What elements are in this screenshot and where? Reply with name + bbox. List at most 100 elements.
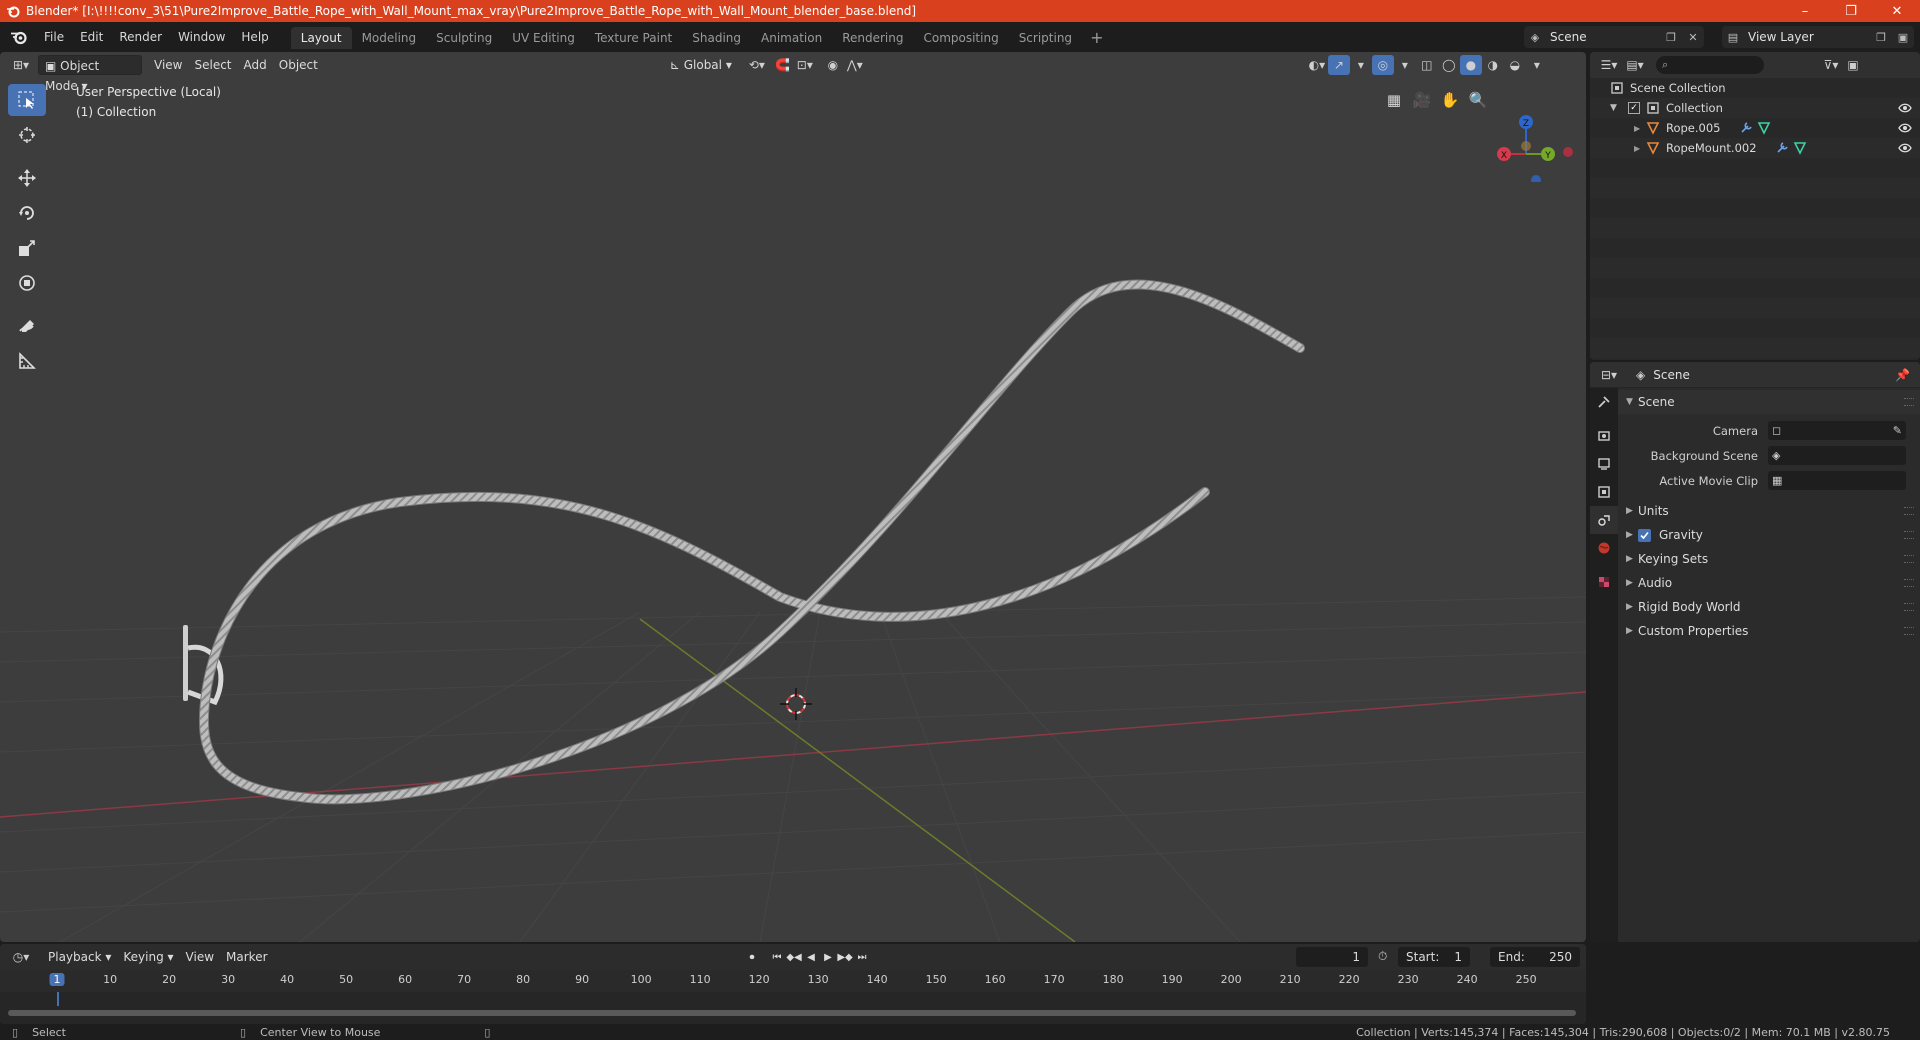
audio-panel-header[interactable]: ▶ Audio [1618, 571, 1920, 595]
panel-grip-icon[interactable] [1904, 579, 1914, 587]
current-frame-field[interactable]: 1 [1296, 947, 1368, 967]
start-frame-field[interactable]: Start: 1 [1398, 947, 1470, 967]
rope-object[interactable] [198, 279, 1305, 805]
eye-icon[interactable] [1898, 101, 1912, 115]
timeline-scrollbar[interactable] [8, 1010, 1576, 1016]
object-mode-dropdown[interactable]: ▣ Object Mode ▾ [38, 55, 142, 93]
collection-checkbox[interactable]: ✓ [1628, 102, 1640, 114]
outliner-row-scene-collection[interactable]: Scene Collection [1590, 78, 1920, 98]
active-movie-clip-field[interactable]: ▦ [1768, 471, 1906, 490]
record-icon[interactable]: ⏺ [744, 947, 761, 967]
3d-cursor[interactable] [780, 688, 812, 720]
panel-grip-icon[interactable] [1904, 603, 1914, 611]
tab-output-icon[interactable] [1590, 450, 1618, 478]
annotate-tool[interactable] [8, 310, 46, 342]
tab-world-icon[interactable] [1590, 534, 1618, 562]
background-scene-field[interactable]: ◈ [1768, 446, 1906, 465]
scale-tool[interactable] [8, 232, 46, 264]
prev-keyframe-icon[interactable]: ◆◀ [786, 947, 803, 967]
menu-file[interactable]: File [36, 26, 72, 48]
timeline-menu-marker[interactable]: Marker [220, 947, 273, 967]
eye-icon[interactable] [1898, 141, 1912, 155]
gravity-checkbox[interactable] [1638, 528, 1651, 542]
scene-panel-header[interactable]: ▼ Scene [1618, 390, 1920, 414]
expand-collection-icon[interactable]: ▼ [1610, 103, 1622, 113]
camera-field[interactable]: ◻ ✎ [1768, 421, 1906, 440]
jump-start-icon[interactable]: ⏮ [769, 947, 786, 967]
tab-modeling[interactable]: Modeling [352, 27, 427, 49]
tab-scripting[interactable]: Scripting [1009, 27, 1082, 49]
measure-tool[interactable] [8, 345, 46, 377]
mesh-data-icon[interactable] [1793, 141, 1807, 155]
move-tool[interactable] [8, 162, 46, 194]
timeline-ruler[interactable]: 1 10 20 30 40 50 60 70 80 90 100 110 120 130 140 150 160… [0, 970, 1586, 992]
expand-rope-icon[interactable]: ▶ [1634, 124, 1646, 133]
pin-icon[interactable]: 📌 [1895, 368, 1910, 382]
next-keyframe-icon[interactable]: ▶◆ [837, 947, 854, 967]
snap-icon[interactable]: 🧲 [772, 55, 794, 75]
outliner-row-rope-mount[interactable]: ▶ RopeMount.002 [1590, 138, 1920, 158]
camera-view-icon[interactable]: 🎥 [1408, 86, 1436, 114]
material-shading-icon[interactable]: ◑ [1482, 55, 1504, 75]
viewport-menu-object[interactable]: Object [273, 55, 324, 75]
tab-view-layer-icon[interactable] [1590, 478, 1618, 506]
tab-scene-icon[interactable] [1590, 506, 1618, 534]
transform-tool[interactable] [8, 267, 46, 299]
3d-viewport[interactable]: ⊞▾ ▣ Object Mode ▾ View Select Add Objec… [0, 52, 1586, 942]
new-scene-icon[interactable]: ❐ [1660, 26, 1682, 48]
outliner-editor-type-icon[interactable]: ☰▾ [1598, 55, 1620, 75]
gizmo-toggle-icon[interactable]: ↗ [1327, 55, 1350, 75]
outliner-row-rope[interactable]: ▶ Rope.005 [1590, 118, 1920, 138]
overlays-dropdown-icon[interactable]: ▾ [1394, 55, 1416, 75]
panel-grip-icon[interactable] [1904, 555, 1914, 563]
play-icon[interactable]: ▶ [820, 947, 837, 967]
rendered-shading-icon[interactable]: ◒ [1504, 55, 1526, 75]
auto-keying-timer-icon[interactable]: ⏱ [1378, 949, 1387, 964]
scene-selector[interactable]: ◈ Scene ❐ ✕ [1524, 26, 1704, 48]
solid-shading-icon[interactable]: ● [1459, 55, 1482, 75]
visibility-icon[interactable]: ◐▾ [1306, 55, 1328, 75]
units-panel-header[interactable]: ▶ Units [1618, 499, 1920, 523]
viewport-menu-add[interactable]: Add [238, 55, 273, 75]
timeline-track-area[interactable] [0, 992, 1586, 1024]
panel-grip-icon[interactable] [1904, 627, 1914, 635]
tab-tool-icon[interactable] [1590, 388, 1618, 416]
timeline-menu-view[interactable]: View [180, 947, 220, 967]
modifier-wrench-icon[interactable] [1775, 141, 1789, 155]
filter-icon[interactable]: ⊽▾ [1820, 55, 1842, 75]
panel-grip-icon[interactable] [1904, 531, 1914, 539]
tab-rendering[interactable]: Rendering [832, 27, 913, 49]
maximize-button[interactable]: ❐ [1828, 0, 1874, 22]
select-box-tool[interactable] [8, 84, 46, 116]
menu-help[interactable]: Help [233, 26, 276, 48]
tab-animation[interactable]: Animation [751, 27, 832, 49]
viewport-scene[interactable] [0, 52, 1586, 942]
editor-type-icon[interactable]: ⊞▾ [10, 55, 32, 75]
viewport-menu-view[interactable]: View [148, 55, 188, 75]
pivot-point-icon[interactable]: ⟲▾ [746, 55, 768, 75]
rotate-tool[interactable] [8, 197, 46, 229]
panel-grip-icon[interactable] [1904, 507, 1914, 515]
close-button[interactable]: ✕ [1874, 0, 1920, 22]
cursor-tool[interactable] [8, 119, 46, 151]
transform-orientation-dropdown[interactable]: ⊾ Global ▾ [664, 55, 738, 75]
outliner-row-collection[interactable]: ▼ ✓ Collection [1590, 98, 1920, 118]
menu-edit[interactable]: Edit [72, 26, 111, 48]
play-reverse-icon[interactable]: ◀ [803, 947, 820, 967]
tab-uv-editing[interactable]: UV Editing [502, 27, 585, 49]
add-workspace-button[interactable]: + [1082, 27, 1111, 49]
timeline-menu-playback[interactable]: Playback ▾ [42, 947, 117, 967]
modifier-wrench-icon[interactable] [1739, 121, 1753, 135]
timeline-editor-type-icon[interactable]: ◷▾ [10, 947, 32, 967]
tab-texture-icon[interactable] [1590, 568, 1618, 596]
tab-texture-paint[interactable]: Texture Paint [585, 27, 682, 49]
gravity-panel-header[interactable]: ▶ Gravity [1618, 523, 1920, 547]
jump-end-icon[interactable]: ⏭ [854, 947, 871, 967]
rigid-body-world-panel-header[interactable]: ▶ Rigid Body World [1618, 595, 1920, 619]
tab-layout[interactable]: Layout [290, 27, 352, 49]
delete-scene-icon[interactable]: ✕ [1682, 26, 1704, 48]
viewport-menu-select[interactable]: Select [188, 55, 237, 75]
view-layer-selector[interactable]: ▤ View Layer ❐ ▣ [1722, 26, 1914, 48]
display-mode-icon[interactable]: ▤▾ [1624, 55, 1646, 75]
eye-icon[interactable] [1898, 121, 1912, 135]
